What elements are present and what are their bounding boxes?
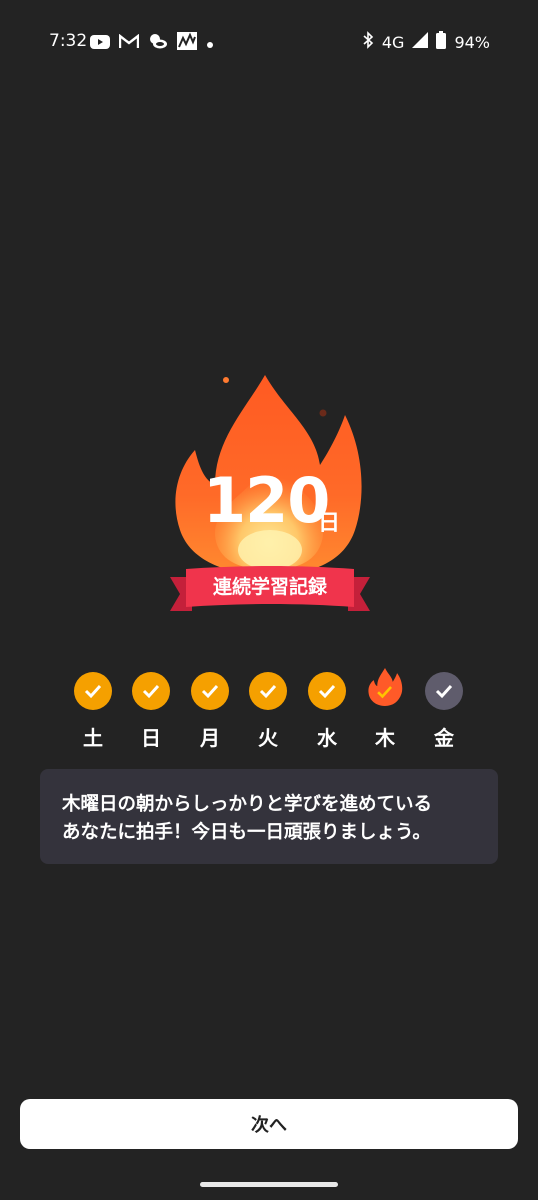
gmail-icon (118, 33, 140, 53)
streak-count: 120 (203, 464, 330, 537)
streak-unit: 日 (318, 511, 341, 536)
day-monday: 月 (185, 672, 235, 751)
bluetooth-icon (362, 31, 374, 53)
day-tuesday: 火 (243, 672, 293, 751)
day-thursday: 木 (360, 668, 410, 751)
network-type: 4G (381, 32, 405, 52)
day-sunday: 日 (126, 672, 176, 751)
encouragement-text: 木曜日の朝からしっかりと学びを進めている あなたに拍手！今日も一日頑張りましょう。 (62, 791, 482, 847)
next-button[interactable]: 次へ (20, 1099, 518, 1149)
notification-icons (90, 32, 214, 54)
check-icon (425, 672, 463, 710)
day-label: 金 (434, 726, 454, 750)
day-wednesday: 水 (302, 672, 352, 751)
check-icon (308, 672, 346, 710)
message-line-2: あなたに拍手！今日も一日頑張りましょう。 (62, 822, 431, 843)
weather-icon (148, 33, 168, 53)
signal-icon (412, 32, 429, 52)
day-label: 水 (317, 726, 337, 750)
status-time: 7:32 (49, 31, 88, 51)
check-icon (132, 672, 170, 710)
dot-icon (206, 34, 214, 53)
home-indicator[interactable] (200, 1182, 338, 1187)
message-line-1: 木曜日の朝からしっかりと学びを進めている (62, 794, 433, 815)
check-icon (74, 672, 112, 710)
encouragement-card: 木曜日の朝からしっかりと学びを進めている あなたに拍手！今日も一日頑張りましょう。 (40, 769, 498, 864)
stocks-icon (177, 32, 197, 54)
battery-percent: 94% (454, 32, 490, 52)
week-progress: 土 日 月 火 水 木 金 (62, 668, 478, 752)
day-label: 木 (375, 726, 395, 750)
status-bar: 7:32 4G 94% (0, 0, 538, 88)
ribbon-label: 連続学習記録 (212, 576, 327, 598)
battery-icon (436, 31, 447, 53)
day-saturday: 土 (68, 672, 118, 751)
status-right: 4G 94% (362, 31, 490, 53)
day-friday: 金 (419, 672, 469, 751)
day-label: 火 (258, 726, 278, 750)
day-label: 日 (141, 726, 161, 750)
youtube-icon (90, 34, 110, 53)
check-icon (249, 672, 287, 710)
day-label: 月 (200, 726, 220, 750)
check-icon (191, 672, 229, 710)
flame-check-icon (366, 668, 404, 710)
day-label: 土 (83, 726, 103, 750)
